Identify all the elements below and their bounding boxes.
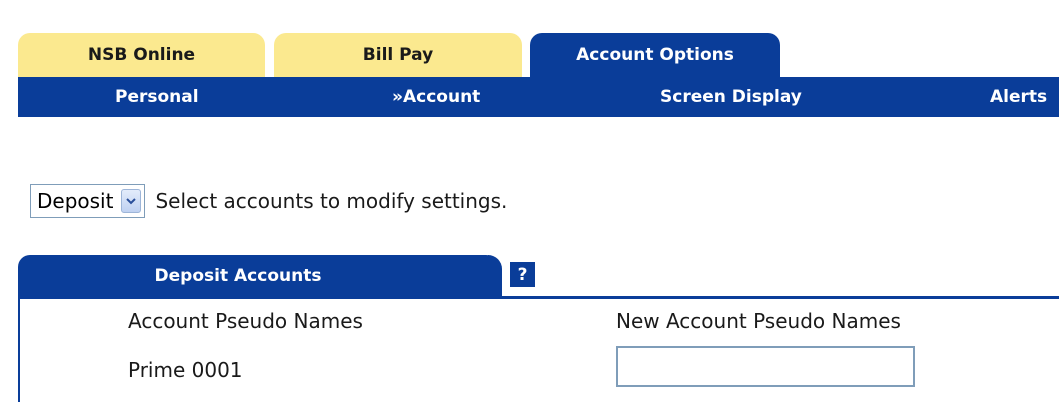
- account-type-select[interactable]: Deposit: [30, 184, 146, 218]
- panel-tab-corner: [488, 255, 502, 297]
- chevron-down-icon[interactable]: [121, 189, 142, 213]
- panel-left-border: [18, 296, 20, 402]
- account-type-selected-value: Deposit: [37, 189, 114, 213]
- tab-bill-pay[interactable]: Bill Pay: [274, 33, 522, 77]
- column-header-account-pseudo-names: Account Pseudo Names: [128, 309, 363, 333]
- page: NSB Online Bill Pay Account Options Pers…: [0, 0, 1059, 402]
- selector-instruction: Select accounts to modify settings.: [155, 189, 508, 213]
- subnav-account[interactable]: »Account: [392, 77, 480, 117]
- tab-account-options[interactable]: Account Options: [530, 33, 780, 77]
- help-button[interactable]: ?: [510, 262, 535, 287]
- new-pseudo-name-input[interactable]: [616, 346, 915, 387]
- subnav-personal[interactable]: Personal: [115, 77, 199, 117]
- account-type-selector-row: Deposit Select accounts to modify settin…: [30, 183, 507, 219]
- subnav-screen-display[interactable]: Screen Display: [660, 77, 802, 117]
- panel-top-border: [18, 296, 1059, 299]
- panel-tab-deposit-accounts: Deposit Accounts: [18, 255, 498, 297]
- account-name: Prime 0001: [128, 358, 243, 382]
- subnav-alerts[interactable]: Alerts: [990, 77, 1047, 117]
- sub-navigation: Personal »Account Screen Display Alerts: [18, 77, 1059, 117]
- panel-title: Deposit Accounts: [154, 266, 322, 286]
- column-header-new-account-pseudo-names: New Account Pseudo Names: [616, 309, 901, 333]
- top-tabs: NSB Online Bill Pay Account Options: [18, 33, 1059, 77]
- tab-nsb-online[interactable]: NSB Online: [18, 33, 265, 77]
